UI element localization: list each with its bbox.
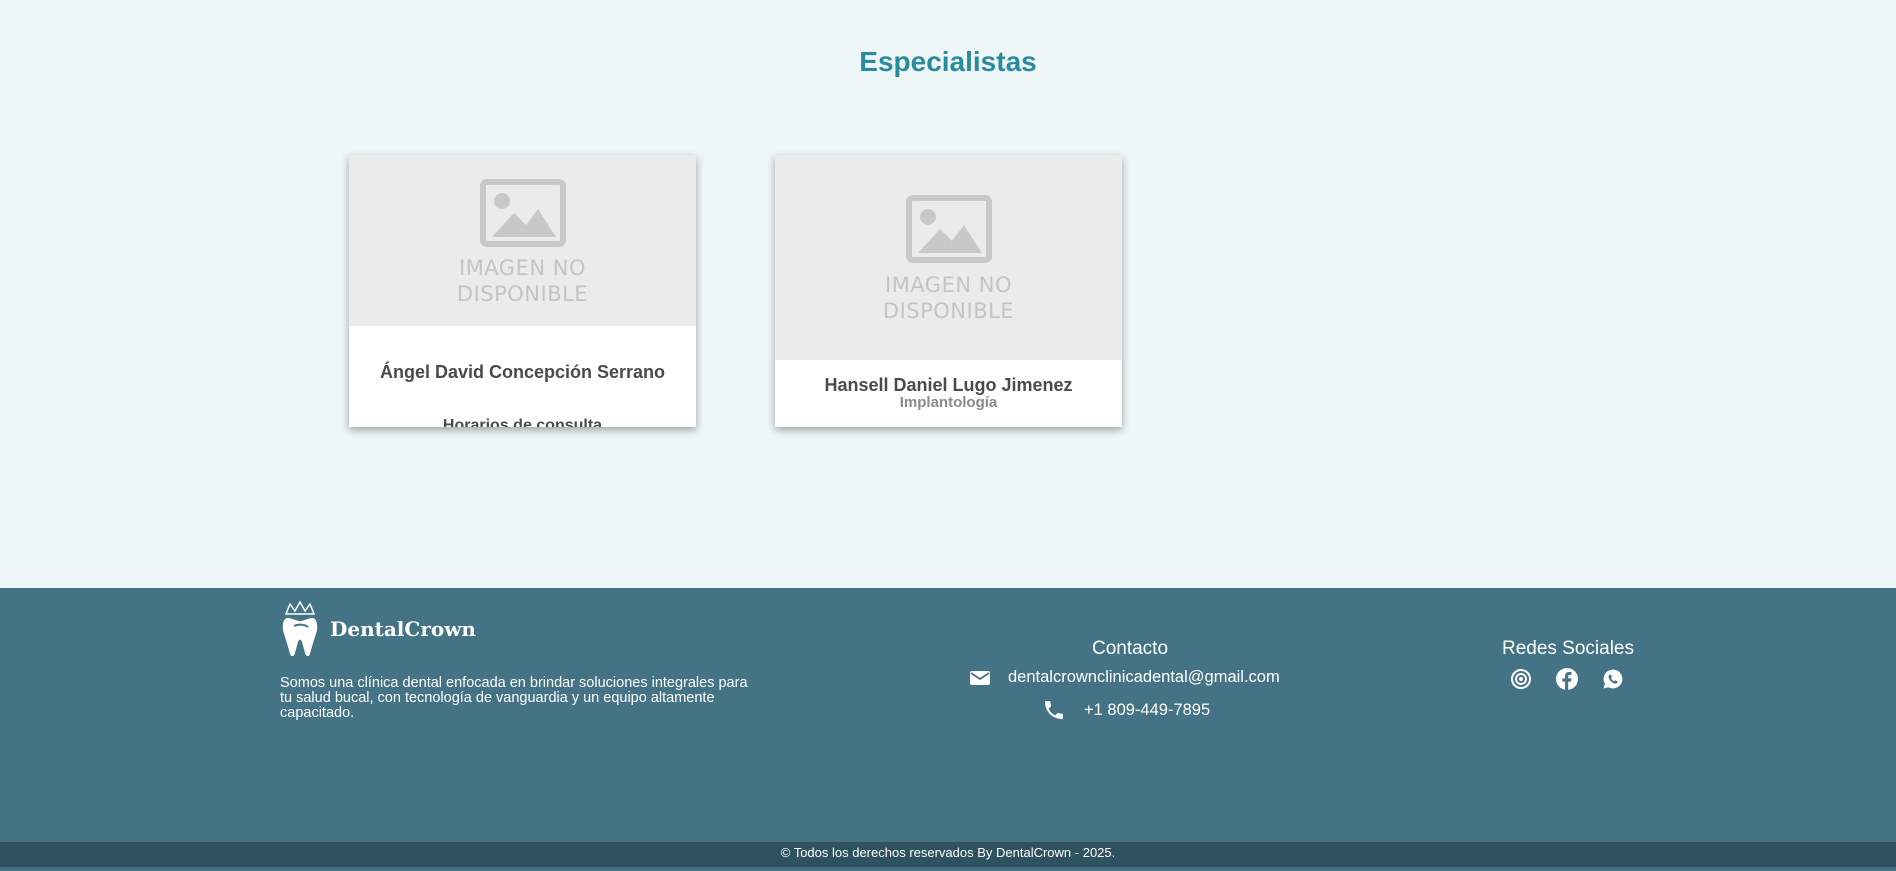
copyright-text: © Todos los derechos reservados By Denta… — [780, 845, 1116, 860]
whatsapp-icon[interactable] — [1602, 668, 1624, 690]
contact-phone[interactable]: +1 809-449-7895 — [1042, 698, 1210, 722]
bottom-edge — [0, 867, 1896, 871]
consultation-hours-heading: Horarios de consulta — [442, 417, 603, 427]
specialist-photo-placeholder: IMAGEN NO DISPONIBLE — [775, 155, 1122, 360]
instagram-icon[interactable] — [1510, 668, 1532, 690]
placeholder-text: IMAGEN NO DISPONIBLE — [775, 272, 1122, 324]
copyright-bar: © Todos los derechos reservados By Denta… — [0, 842, 1896, 867]
specialist-photo-placeholder: IMAGEN NO DISPONIBLE — [349, 155, 696, 326]
placeholder-line-1: IMAGEN NO — [459, 256, 586, 280]
specialist-card[interactable]: IMAGEN NO DISPONIBLE Hansell Daniel Lugo… — [775, 155, 1122, 427]
site-footer: DentalCrown Somos una clínica dental enf… — [0, 588, 1896, 842]
placeholder-line-2: DISPONIBLE — [882, 299, 1015, 323]
specialist-card[interactable]: IMAGEN NO DISPONIBLE Ángel David Concepc… — [349, 155, 696, 427]
brand-name: DentalCrown — [330, 617, 476, 641]
social-links — [1510, 668, 1624, 690]
page-title: Especialistas — [859, 46, 1037, 77]
image-placeholder-icon — [905, 195, 992, 263]
footer-logo[interactable]: DentalCrown — [280, 600, 476, 658]
phone-number[interactable]: +1 809-449-7895 — [1084, 701, 1210, 720]
about-text: Somos una clínica dental enfocada en bri… — [280, 675, 748, 721]
placeholder-line-1: IMAGEN NO — [885, 273, 1012, 297]
placeholder-line-2: DISPONIBLE — [456, 282, 589, 306]
phone-icon — [1045, 701, 1063, 719]
specialist-name: Ángel David Concepción Serrano — [379, 362, 666, 382]
contact-title: Contacto — [1091, 638, 1169, 659]
contact-email[interactable]: dentalcrownclinicadental@gmail.com — [970, 668, 1280, 687]
mail-icon — [970, 670, 990, 685]
social-title: Redes Sociales — [1501, 638, 1635, 659]
placeholder-text: IMAGEN NO DISPONIBLE — [349, 255, 696, 307]
specialist-specialty: Implantología — [899, 394, 998, 411]
tooth-crown-icon — [282, 600, 318, 657]
facebook-icon[interactable] — [1556, 668, 1578, 690]
specialists-section: Especialistas IMAGEN NO DISPONIBLE Ángel… — [0, 0, 1896, 588]
image-placeholder-icon — [479, 179, 566, 247]
email-link[interactable]: dentalcrownclinicadental@gmail.com — [1008, 668, 1280, 687]
specialist-name: Hansell Daniel Lugo Jimenez — [824, 375, 1073, 395]
